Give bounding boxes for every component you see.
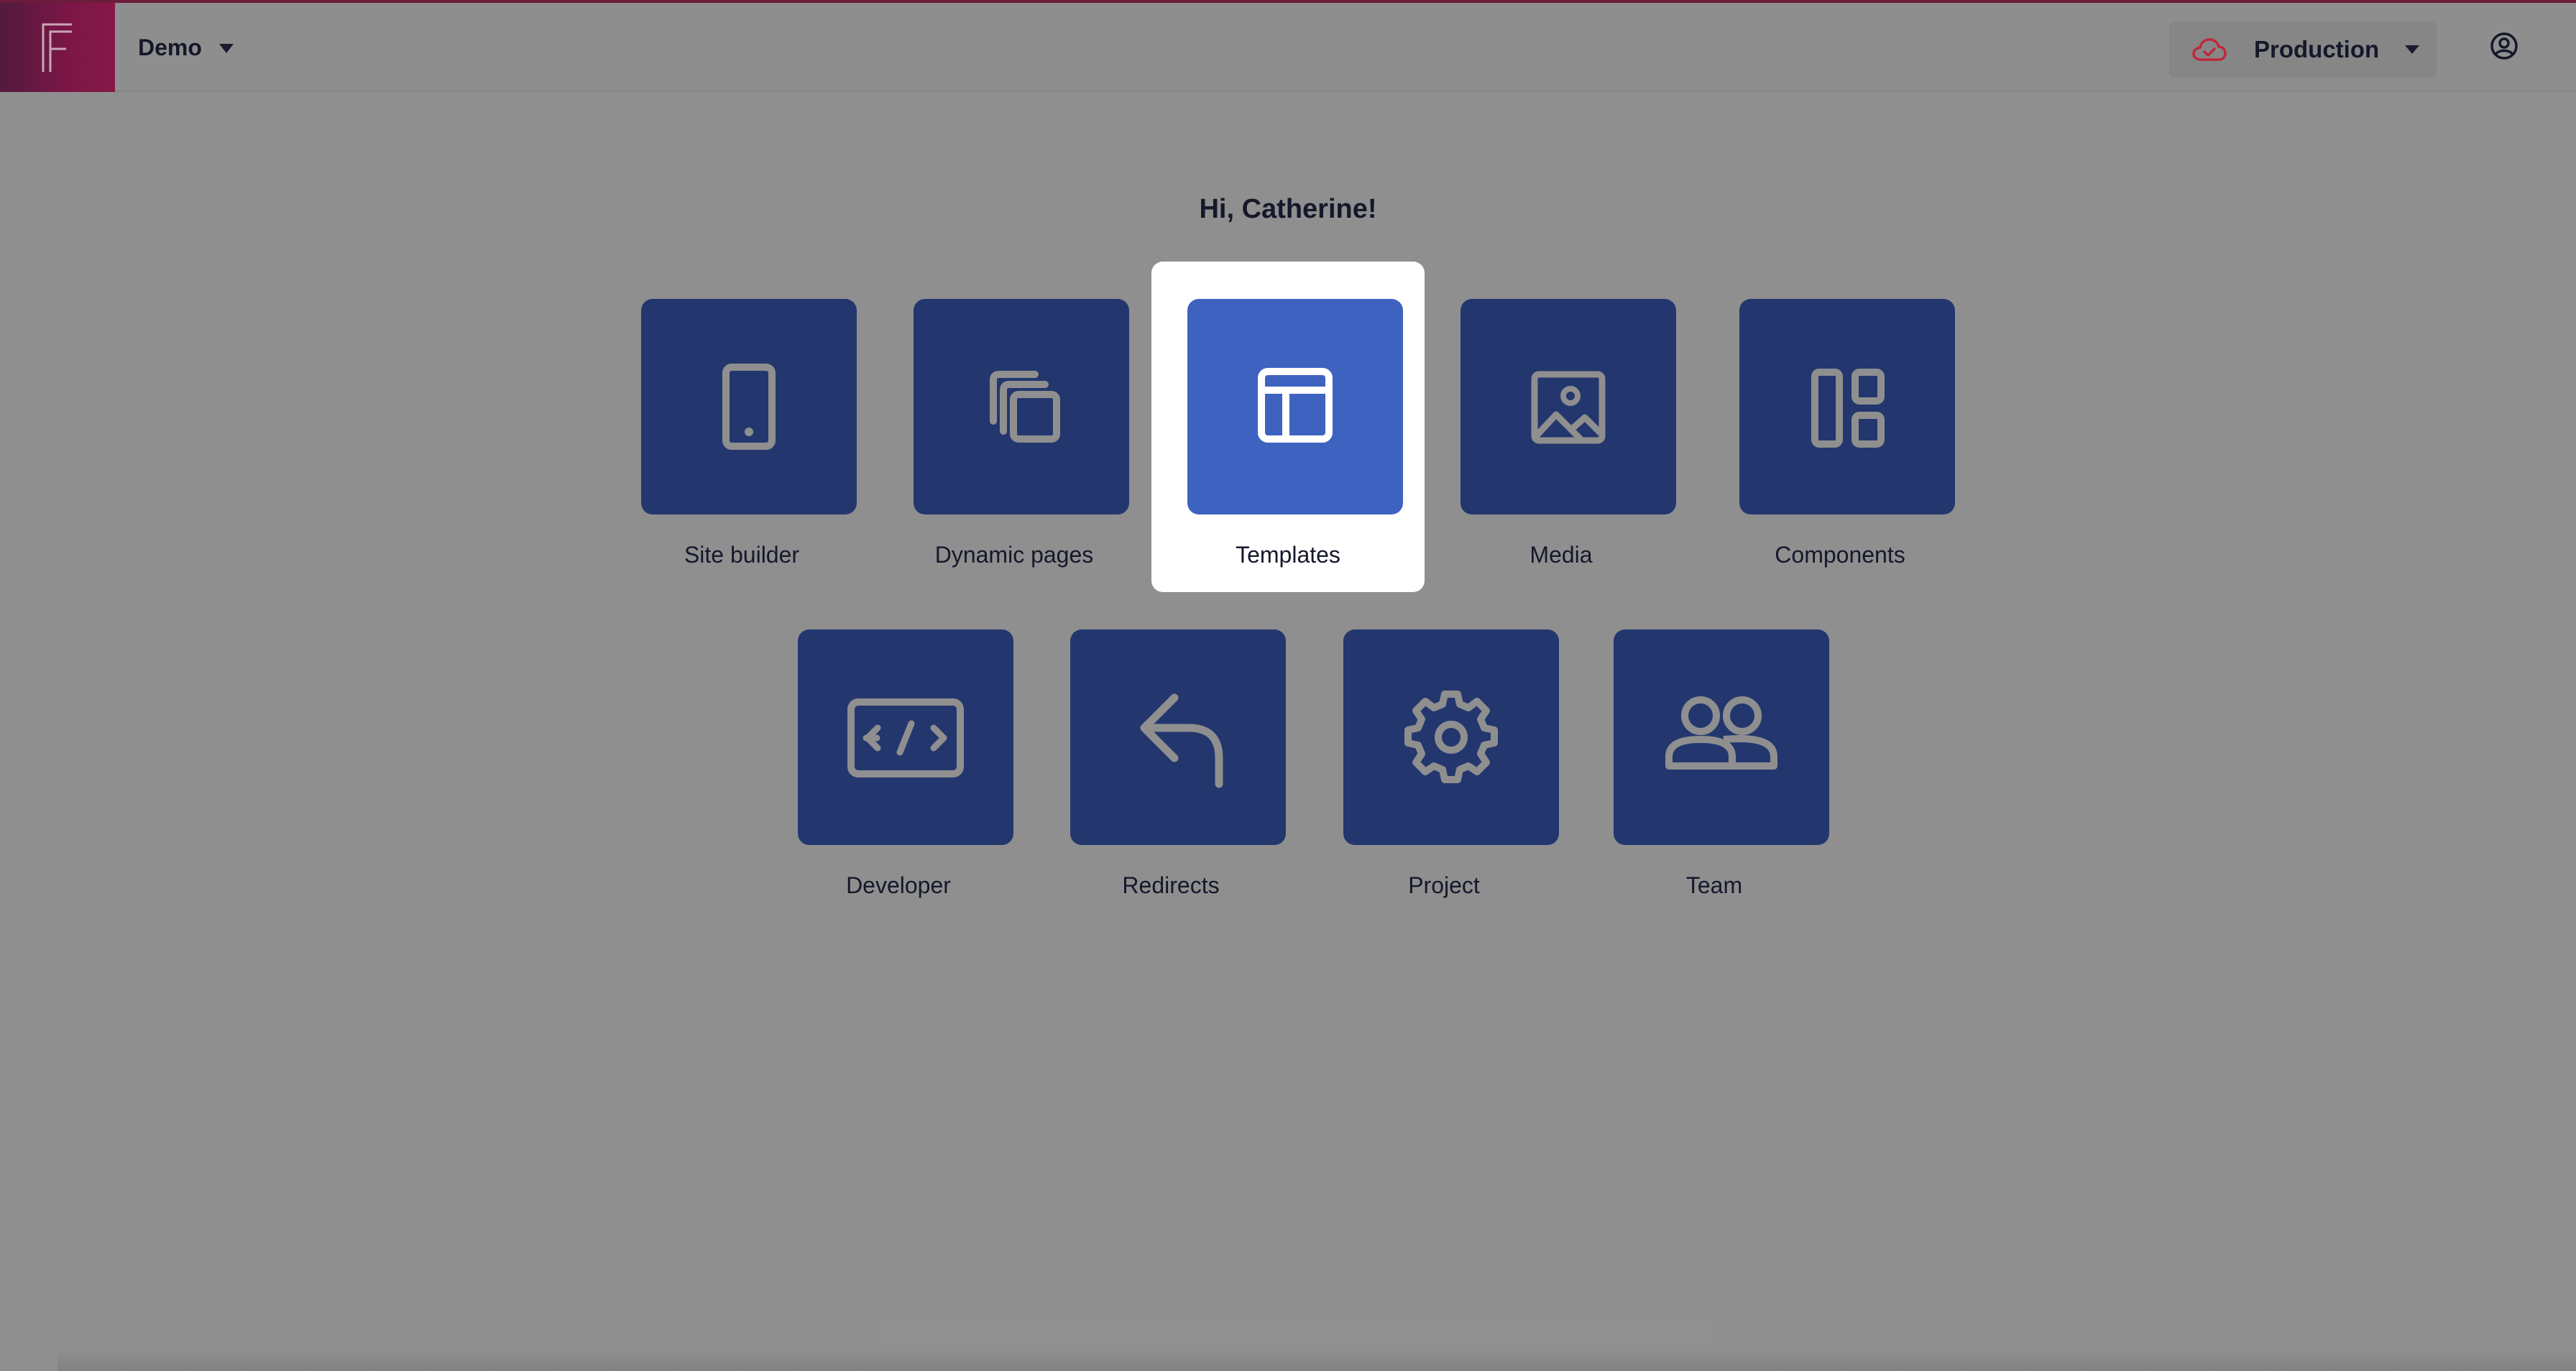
tile-icon-box — [1739, 299, 1955, 514]
tile-developer[interactable]: Developer — [762, 591, 1035, 921]
tile-media[interactable]: Media — [1425, 260, 1698, 591]
image-icon — [1531, 371, 1606, 444]
tile-templates[interactable]: Templates — [1151, 262, 1425, 592]
tile-label: Templates — [1236, 542, 1340, 568]
tile-icon-box — [1614, 629, 1829, 845]
tile-team[interactable]: Team — [1578, 591, 1851, 921]
app-logo[interactable] — [0, 3, 115, 92]
logo-f-icon — [42, 23, 72, 72]
tile-icon-box — [1070, 629, 1286, 845]
project-name: Demo — [138, 34, 202, 60]
code-icon — [847, 698, 964, 777]
tile-icon-box — [1343, 629, 1559, 845]
tablet-icon — [722, 364, 776, 450]
tile-icon-box — [798, 629, 1013, 845]
tile-dynamic-pages[interactable]: Dynamic pages — [878, 260, 1151, 591]
tile-label: Media — [1530, 542, 1593, 568]
tile-label: Project — [1408, 872, 1480, 898]
layout-blocks-icon — [1811, 369, 1885, 448]
tile-icon-box — [1460, 299, 1676, 514]
greeting: Hi, Catherine! — [1199, 194, 1377, 224]
environment-select[interactable]: Production — [2169, 22, 2437, 78]
tile-label: Dynamic pages — [934, 542, 1094, 568]
tile-components[interactable]: Components — [1703, 260, 1977, 591]
reply-arrow-icon — [1140, 693, 1223, 788]
environment-label: Production — [2254, 36, 2380, 63]
tile-project[interactable]: Project — [1307, 591, 1581, 921]
tile-label: Team — [1685, 872, 1743, 898]
tile-icon-box — [1187, 299, 1403, 514]
tile-icon-box — [641, 299, 857, 514]
tile-label: Redirects — [1122, 872, 1220, 898]
tile-icon-box — [914, 299, 1129, 514]
tile-label: Developer — [846, 872, 951, 898]
project-switcher[interactable]: Demo — [138, 3, 234, 92]
template-layout-icon — [1258, 368, 1333, 443]
user-circle-icon — [2490, 32, 2518, 60]
top-bar: Demo Production — [0, 3, 2576, 92]
bottom-shadow — [58, 1349, 2576, 1371]
tile-site-builder[interactable]: Site builder — [605, 260, 878, 591]
users-icon — [1665, 696, 1777, 770]
cloud-check-icon — [2192, 38, 2227, 61]
chevron-down-icon — [218, 43, 234, 53]
gear-icon — [1404, 691, 1498, 783]
tile-label: Site builder — [684, 542, 800, 568]
tile-label: Components — [1775, 542, 1905, 568]
chevron-down-icon — [2405, 45, 2419, 54]
account-button[interactable] — [2490, 32, 2518, 60]
tile-redirects[interactable]: Redirects — [1034, 591, 1307, 921]
stacked-pages-icon — [990, 371, 1060, 443]
